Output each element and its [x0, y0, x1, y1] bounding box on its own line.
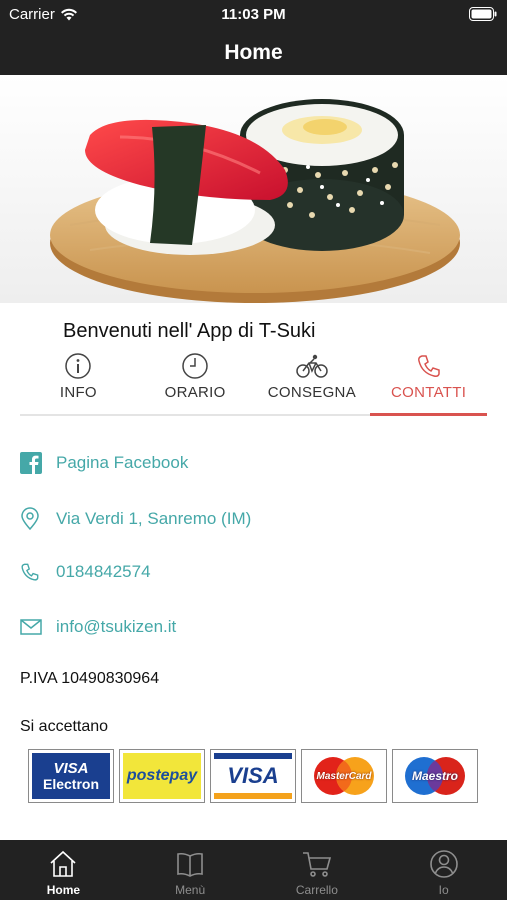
bottom-tab-home[interactable]: Home	[0, 840, 127, 900]
navigation-bar: Home	[0, 30, 507, 75]
tab-orario[interactable]: ORARIO	[137, 352, 254, 414]
sushi-photo	[0, 75, 507, 303]
phone-icon	[417, 355, 440, 377]
postepay-card: postepay	[119, 749, 205, 803]
email-link[interactable]: info@tsukizen.it	[20, 617, 176, 637]
phone-icon	[21, 563, 39, 581]
tab-contatti[interactable]: CONTATTI	[370, 352, 487, 416]
location-pin-icon	[21, 507, 39, 531]
bottom-tab-label: Io	[438, 883, 449, 897]
visa-card: VISA	[210, 749, 296, 803]
email-label: info@tsukizen.it	[56, 617, 177, 636]
mastercard-card: MasterCard	[301, 749, 387, 803]
payment-cards: VISA Electron postepay VISA MasterCard M…	[28, 749, 478, 803]
tab-label: ORARIO	[164, 384, 226, 401]
book-icon	[177, 852, 203, 877]
hero-carousel[interactable]	[0, 75, 507, 303]
mail-icon	[20, 619, 42, 635]
bottom-tab-bar: Home Menù Carrello Io	[0, 840, 507, 900]
facebook-icon	[20, 452, 42, 474]
bottom-tab-profile[interactable]: Io	[380, 840, 507, 900]
phone-link[interactable]: 0184842574	[20, 562, 151, 582]
clock-icon	[182, 353, 208, 379]
info-tabs: INFO ORARIO CONSEGNA CONTATTI	[20, 352, 487, 416]
tab-label: INFO	[59, 384, 97, 401]
facebook-link[interactable]: Pagina Facebook	[20, 452, 188, 474]
tab-info[interactable]: INFO	[20, 352, 137, 414]
accepted-payments-label: Si accettano	[20, 718, 109, 735]
address-link[interactable]: Via Verdi 1, Sanremo (IM)	[20, 507, 251, 531]
visa-electron-card: VISA Electron	[28, 749, 114, 803]
phone-label: 0184842574	[56, 562, 151, 581]
bottom-tab-label: Menù	[175, 883, 206, 897]
tab-consegna[interactable]: CONSEGNA	[254, 352, 371, 414]
tab-label: CONTATTI	[391, 384, 467, 401]
maestro-text: Maestro	[411, 769, 458, 783]
cart-icon	[302, 852, 331, 877]
visa-electron-bottom: Electron	[42, 775, 99, 792]
bottom-tab-cart[interactable]: Carrello	[254, 840, 381, 900]
bottom-tab-menu[interactable]: Menù	[127, 840, 254, 900]
vat-number: P.IVA 10490830964	[20, 670, 160, 687]
bottom-tab-label: Home	[46, 883, 81, 897]
bicycle-icon	[296, 354, 328, 378]
bottom-tab-label: Carrello	[295, 883, 338, 897]
visa-electron-top: VISA	[53, 759, 89, 777]
clock-time: 11:03 PM	[221, 6, 286, 23]
visa-text: VISA	[227, 763, 279, 788]
status-bar: Carrier 11:03 PM	[0, 0, 507, 30]
mastercard-text: MasterCard	[316, 770, 372, 782]
maestro-card: Maestro	[392, 749, 478, 803]
address-label: Via Verdi 1, Sanremo (IM)	[56, 509, 252, 528]
welcome-text: Benvenuti nell' App di T-Suki	[63, 320, 316, 342]
postepay-text: postepay	[126, 767, 198, 784]
battery-icon	[469, 7, 497, 21]
tab-label: CONSEGNA	[267, 384, 356, 401]
page-title: Home	[224, 41, 283, 64]
home-icon	[50, 850, 76, 877]
facebook-label: Pagina Facebook	[56, 453, 189, 472]
user-icon	[429, 850, 458, 878]
info-icon	[65, 353, 92, 379]
